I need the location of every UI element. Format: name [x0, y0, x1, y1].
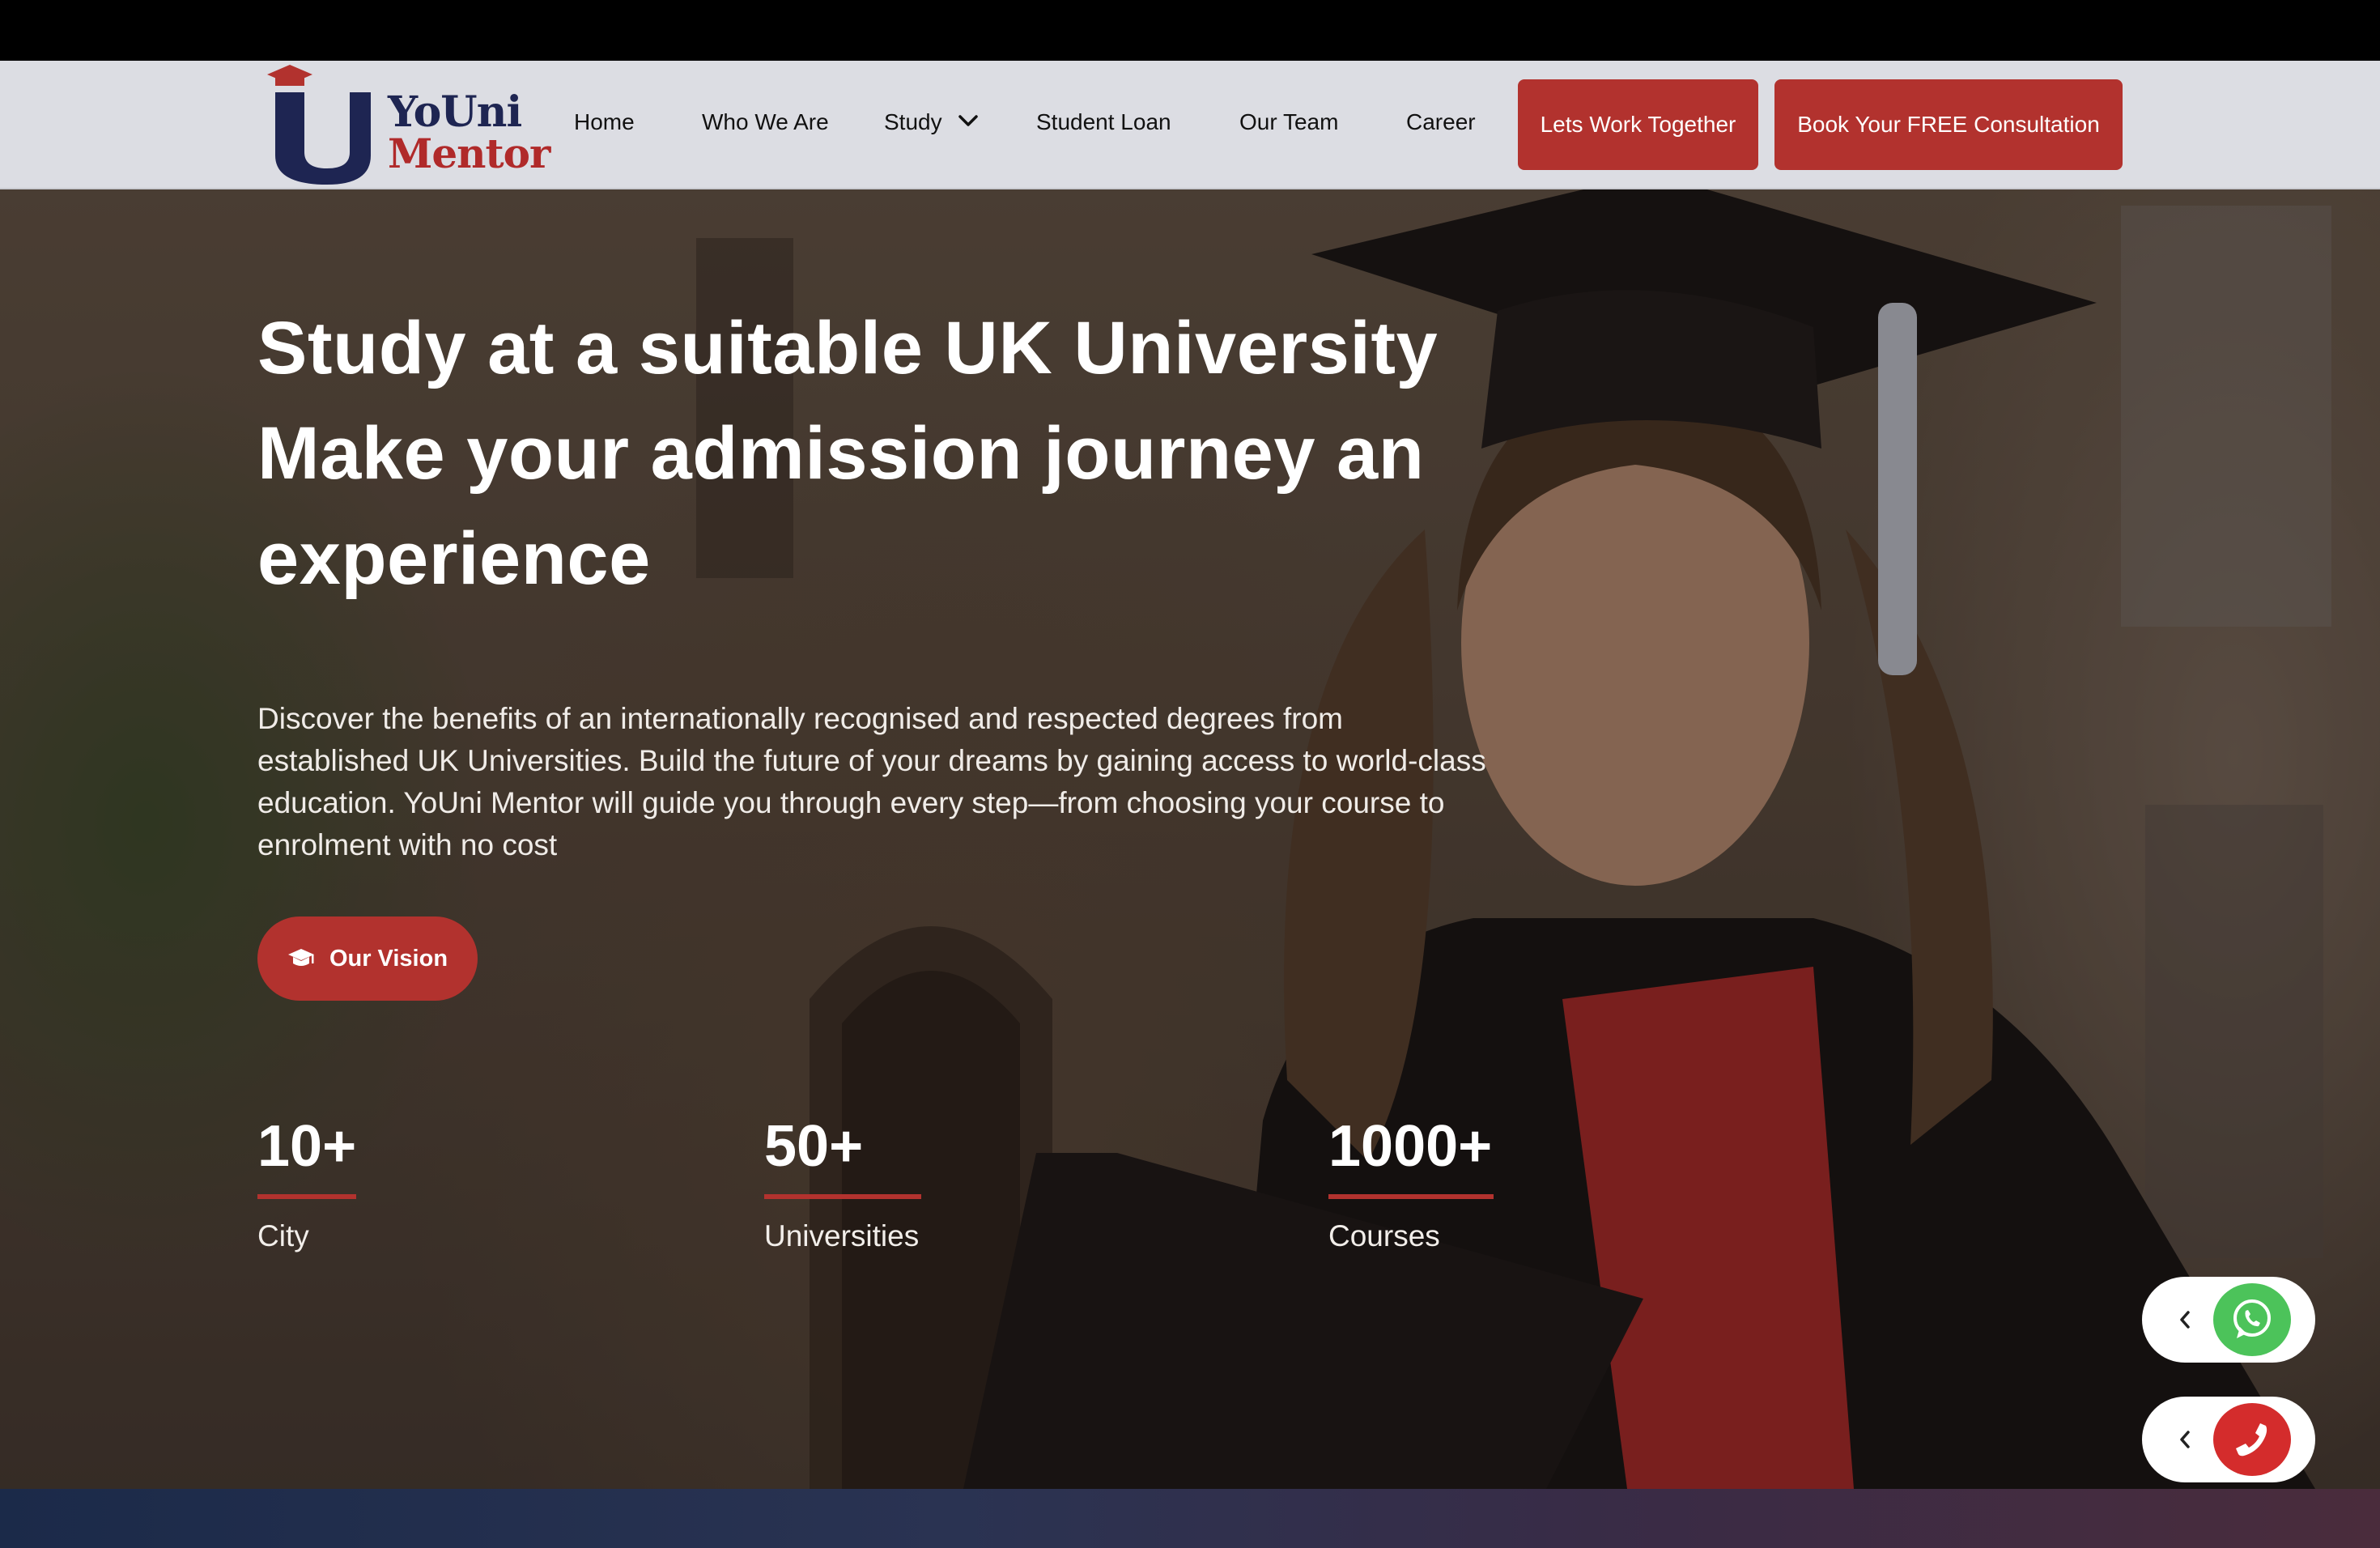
- whatsapp-float-button[interactable]: [2142, 1277, 2315, 1363]
- next-section-preview: [0, 1489, 2380, 1548]
- nav-home[interactable]: Home: [574, 109, 635, 135]
- nav-student-loan[interactable]: Student Loan: [1036, 109, 1171, 135]
- stat-universities-underline: [764, 1194, 921, 1199]
- hero-title-line-1: Study at a suitable UK University: [257, 307, 1439, 389]
- lets-work-together-button[interactable]: Lets Work Together: [1518, 79, 1758, 170]
- stat-city-underline: [257, 1194, 356, 1199]
- phone-icon: [2236, 1423, 2267, 1457]
- our-vision-button[interactable]: Our Vision: [257, 916, 478, 1001]
- stat-courses-value: 1000+: [1328, 1114, 1493, 1179]
- nav-career[interactable]: Career: [1406, 109, 1476, 135]
- site-logo[interactable]: YoUni Mentor: [264, 63, 550, 189]
- graduation-cap-icon: [287, 949, 314, 966]
- stat-universities-label: Universities: [764, 1219, 920, 1252]
- phone-circle[interactable]: [2213, 1403, 2291, 1476]
- chevron-left-icon[interactable]: [2178, 1309, 2192, 1330]
- stat-city-label: City: [257, 1219, 309, 1252]
- nav-who-we-are[interactable]: Who We Are: [702, 109, 829, 135]
- browser-top-bar: [0, 0, 2380, 61]
- hero-title: Study at a suitable UK University Make y…: [257, 296, 1520, 611]
- nav-our-team[interactable]: Our Team: [1239, 109, 1338, 135]
- mortarboard-u-icon: [267, 65, 371, 185]
- stat-city-value: 10+: [257, 1114, 357, 1179]
- logo-text-mentor: Mentor: [388, 130, 550, 177]
- our-vision-label: Our Vision: [329, 945, 448, 972]
- chevron-left-icon[interactable]: [2178, 1429, 2192, 1450]
- stat-courses-label: Courses: [1328, 1219, 1440, 1252]
- hero-description: Discover the benefits of an internationa…: [257, 702, 1486, 861]
- book-consultation-button[interactable]: Book Your FREE Consultation: [1774, 79, 2123, 170]
- whatsapp-circle[interactable]: [2213, 1283, 2291, 1356]
- chevron-down-icon[interactable]: [958, 113, 979, 130]
- nav-study[interactable]: Study: [884, 109, 942, 135]
- whatsapp-icon: [2233, 1299, 2271, 1338]
- stat-universities-value: 50+: [764, 1114, 864, 1179]
- stat-courses-underline: [1328, 1194, 1494, 1199]
- phone-float-button[interactable]: [2142, 1397, 2315, 1482]
- hero-title-line-3: experience: [257, 517, 651, 600]
- hero-title-line-2: Make your admission journey an: [257, 412, 1425, 495]
